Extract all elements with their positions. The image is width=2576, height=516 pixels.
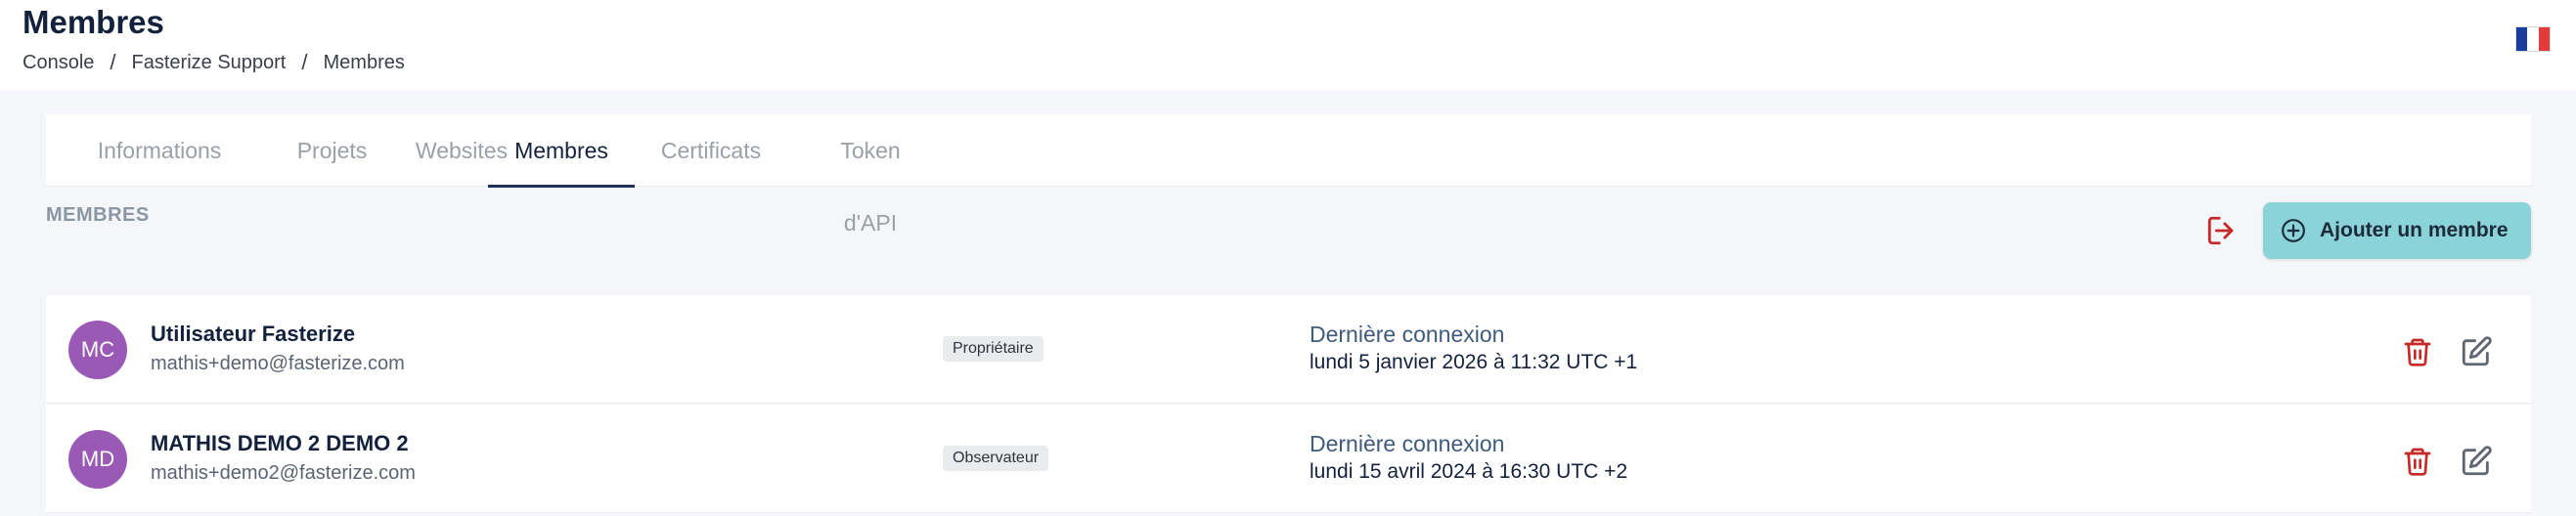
- breadcrumb-separator: /: [301, 50, 308, 74]
- plus-circle-icon: [2282, 219, 2305, 242]
- leave-organization-button[interactable]: [2202, 211, 2242, 250]
- member-row: MC Utilisateur Fasterize mathis+demo@fas…: [46, 295, 2531, 404]
- last-login-label: Dernière connexion: [1310, 322, 1505, 347]
- breadcrumb-separator: /: [110, 50, 116, 74]
- member-row: MD MATHIS DEMO 2 DEMO 2 mathis+demo2@fas…: [46, 405, 2531, 513]
- avatar: MD: [68, 430, 127, 489]
- last-login-date: lundi 5 janvier 2026 à 11:32 UTC +1: [1310, 351, 1638, 373]
- edit-icon: [2462, 336, 2492, 366]
- page-title: Membres: [22, 4, 164, 40]
- tabs-bar: Informations Projets Websites Membres Ce…: [46, 114, 2531, 236]
- member-email: mathis+demo2@fasterize.com: [151, 462, 416, 484]
- tab-token-api[interactable]: Token d'API: [811, 114, 930, 236]
- role-badge: Observateur: [943, 446, 1049, 471]
- last-login-date: lundi 15 avril 2024 à 16:30 UTC +2: [1310, 460, 1628, 483]
- edit-icon: [2462, 446, 2492, 476]
- breadcrumb-console[interactable]: Console: [22, 52, 94, 74]
- member-email: mathis+demo@fasterize.com: [151, 353, 405, 374]
- edit-member-button[interactable]: [2457, 442, 2496, 481]
- fr-flag-icon[interactable]: [2515, 26, 2551, 52]
- trash-icon: [2404, 338, 2431, 366]
- breadcrumb: Console / Fasterize Support / Membres: [22, 50, 405, 75]
- edit-member-button[interactable]: [2457, 332, 2496, 371]
- tab-membres[interactable]: Membres: [488, 114, 635, 188]
- member-name: MATHIS DEMO 2 DEMO 2: [151, 431, 409, 455]
- breadcrumb-current: Membres: [323, 51, 405, 73]
- add-member-button[interactable]: Ajouter un membre: [2263, 202, 2531, 259]
- member-name: Utilisateur Fasterize: [151, 322, 356, 346]
- tab-informations[interactable]: Informations: [68, 114, 250, 187]
- delete-member-button[interactable]: [2398, 442, 2437, 481]
- delete-member-button[interactable]: [2398, 332, 2437, 371]
- tab-certificats[interactable]: Certificats: [656, 114, 766, 187]
- add-member-label: Ajouter un membre: [2320, 219, 2509, 241]
- logout-icon: [2207, 216, 2234, 245]
- trash-icon: [2404, 448, 2431, 476]
- last-login-label: Dernière connexion: [1310, 431, 1505, 456]
- page-header: Membres Console / Fasterize Support / Me…: [0, 0, 2576, 90]
- avatar: MC: [68, 321, 127, 379]
- section-title: MEMBRES: [46, 204, 150, 226]
- role-badge: Propriétaire: [943, 336, 1044, 362]
- breadcrumb-organization[interactable]: Fasterize Support: [132, 52, 287, 74]
- tab-projets[interactable]: Projets: [295, 114, 369, 187]
